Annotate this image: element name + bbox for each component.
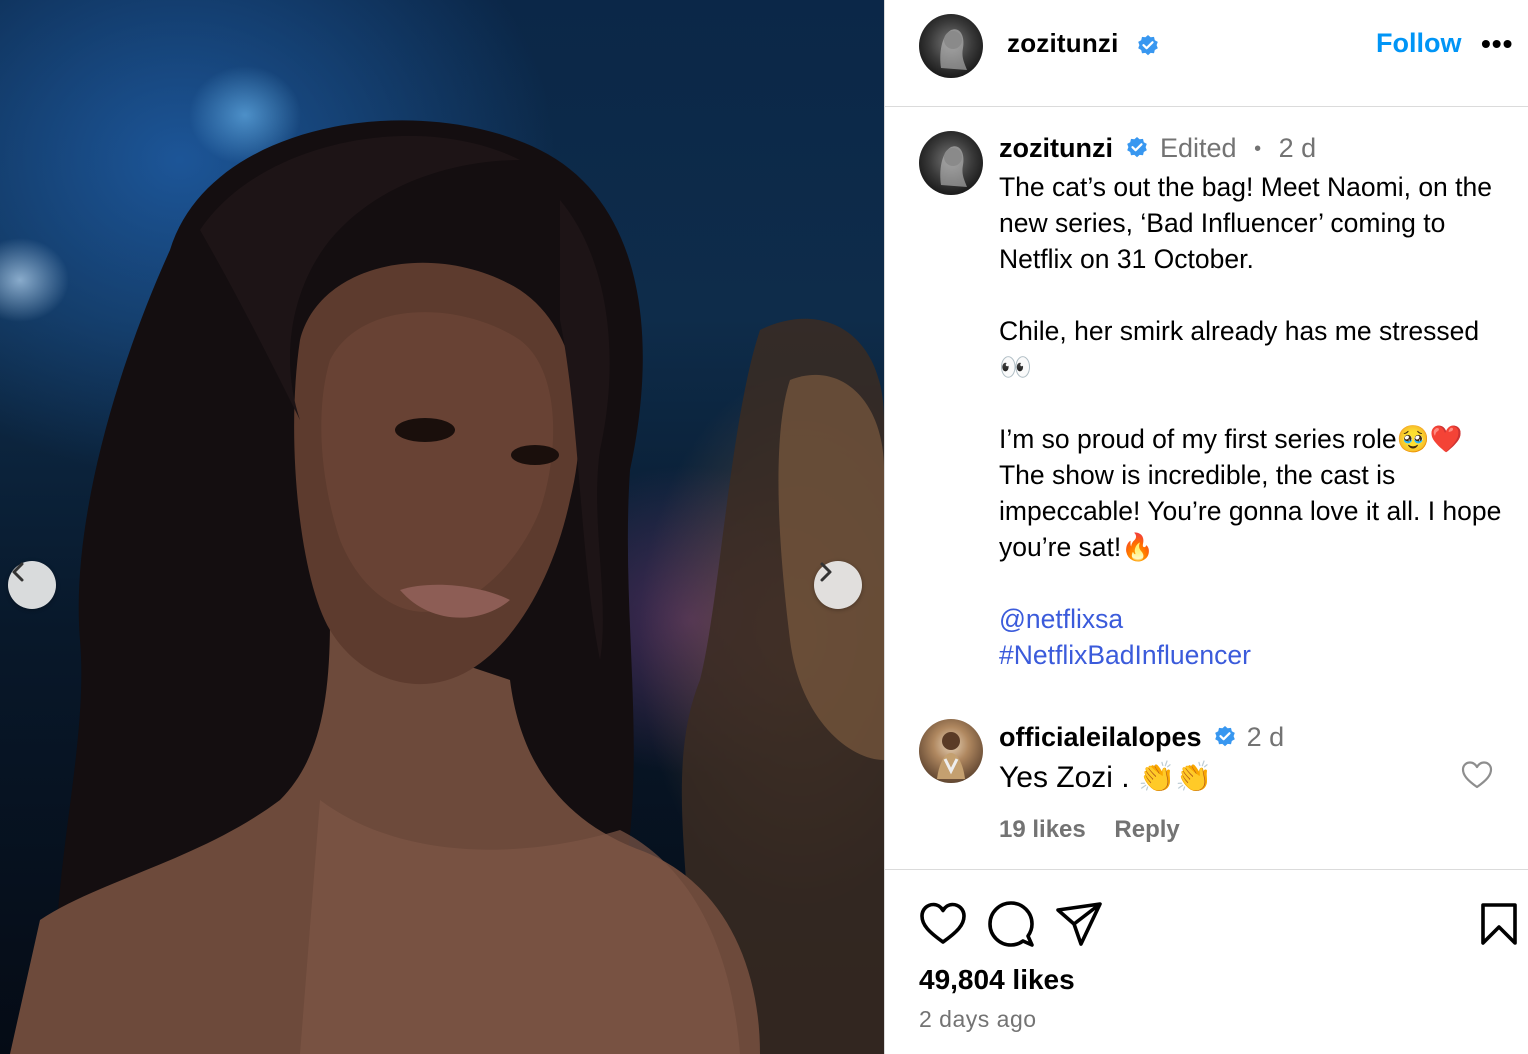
- follow-button[interactable]: Follow: [1376, 28, 1461, 59]
- caption-paragraph-3: I’m so proud of my first series role🥹❤️ …: [999, 424, 1502, 562]
- post-header: zozitunzi Follow •••: [885, 0, 1528, 107]
- heart-icon[interactable]: [919, 900, 967, 948]
- post-sidebar: zozitunzi Follow ••• zozitunzi Edited • …: [884, 0, 1528, 1054]
- comment-item: officialeilalopes 2 d Yes Zozi . 👏👏 19 l…: [885, 712, 1528, 869]
- commenter-username[interactable]: officialeilalopes: [999, 722, 1202, 752]
- caption-header: zozitunzi Edited • 2 d: [999, 133, 1316, 164]
- comment-actions: 19 likes Reply: [999, 816, 1202, 844]
- post-photo: [10, 120, 884, 1054]
- chevron-left-icon: [12, 562, 24, 582]
- comment-time[interactable]: 2 d: [1247, 722, 1285, 752]
- post-actions: 49,804 likes 2 days ago: [885, 869, 1528, 1054]
- comment-header: officialeilalopes 2 d: [999, 722, 1284, 753]
- caption-username[interactable]: zozitunzi: [999, 133, 1113, 163]
- hashtag-link[interactable]: #NetflixBadInfluencer: [999, 637, 1509, 673]
- verified-icon: [1136, 34, 1160, 63]
- comment-text: Yes Zozi . 👏👏: [999, 761, 1213, 794]
- more-icon[interactable]: •••: [1481, 30, 1513, 58]
- post-media[interactable]: [0, 0, 884, 1054]
- next-photo-button[interactable]: [814, 561, 862, 609]
- caption-paragraph-2: Chile, her smirk already has me stressed…: [999, 316, 1480, 382]
- caption-time[interactable]: 2 d: [1279, 133, 1317, 163]
- previous-photo-button[interactable]: [8, 561, 56, 609]
- post-timestamp[interactable]: 2 days ago: [919, 1006, 1037, 1033]
- author-avatar[interactable]: [919, 14, 983, 78]
- comment-reply-button[interactable]: Reply: [1114, 816, 1179, 843]
- mention-link[interactable]: @netflixsa: [999, 601, 1509, 637]
- edited-label: Edited: [1160, 133, 1237, 163]
- caption-paragraph-1: The cat’s out the bag! Meet Naomi, on th…: [999, 172, 1492, 274]
- bookmark-icon[interactable]: [1479, 902, 1519, 946]
- share-icon[interactable]: [1055, 900, 1103, 948]
- commenter-avatar[interactable]: [919, 719, 983, 783]
- likes-count[interactable]: 49,804 likes: [919, 964, 1075, 996]
- verified-icon: [1213, 725, 1237, 755]
- verified-icon: [1125, 136, 1149, 166]
- comment-heart-icon[interactable]: [1461, 760, 1493, 790]
- comment-icon[interactable]: [987, 900, 1035, 948]
- caption-text: The cat’s out the bag! Meet Naomi, on th…: [999, 169, 1509, 673]
- chevron-right-icon: [820, 562, 832, 582]
- meta-separator: •: [1254, 138, 1262, 160]
- comment-likes[interactable]: 19 likes: [999, 816, 1086, 843]
- author-username[interactable]: zozitunzi: [1007, 28, 1119, 59]
- caption-author-avatar[interactable]: [919, 131, 983, 195]
